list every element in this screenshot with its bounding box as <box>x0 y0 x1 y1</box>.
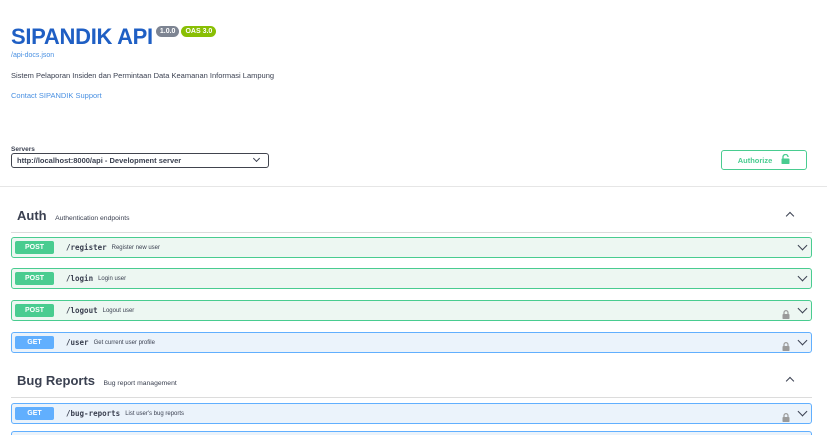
operation-get-bug-reports[interactable]: GET /bug-reports List user's bug reports <box>11 403 812 424</box>
section-header-auth[interactable]: Auth Authentication endpoints <box>17 207 130 225</box>
section-description: Authentication endpoints <box>55 215 130 222</box>
api-title: SIPANDIK API <box>11 24 153 49</box>
operation-post-register[interactable]: POST /register Register new user <box>11 237 812 258</box>
header-divider <box>0 186 827 187</box>
server-select-value: http://localhost:8000/api - Development … <box>17 156 182 165</box>
operation-path: /user <box>66 338 89 347</box>
servers-label: Servers <box>11 146 35 153</box>
operation-path: /bug-reports <box>66 409 121 418</box>
version-badge: 1.0.0 <box>155 26 180 37</box>
operation-get-user[interactable]: GET /user Get current user profile <box>11 332 812 353</box>
method-badge: POST <box>15 272 54 285</box>
chevron-down-icon <box>252 154 261 163</box>
oas-badge: OAS 3.0 <box>181 26 217 37</box>
operation-summary: Register new user <box>111 244 160 251</box>
api-info: SIPANDIK API 1.0.0 OAS 3.0 /api-docs.jso… <box>11 24 274 100</box>
chevron-up-icon[interactable] <box>785 211 795 221</box>
section-description: Bug report management <box>103 380 177 387</box>
authorize-button[interactable]: Authorize <box>721 150 807 170</box>
authorize-label: Authorize <box>737 155 773 165</box>
operation-summary: Get current user profile <box>93 339 155 346</box>
chevron-down-icon[interactable] <box>797 303 808 314</box>
operation-next-partial[interactable] <box>11 431 812 435</box>
operation-summary: Login user <box>98 275 127 282</box>
api-description: Sistem Pelaporan Insiden dan Permintaan … <box>11 71 275 80</box>
section-title: Bug Reports <box>17 373 95 388</box>
lock-icon[interactable] <box>782 409 790 427</box>
operation-post-logout[interactable]: POST /logout Logout user <box>11 300 812 321</box>
method-badge: GET <box>15 407 54 420</box>
lock-icon[interactable] <box>782 338 790 356</box>
chevron-down-icon[interactable] <box>797 406 808 417</box>
section-title: Auth <box>17 208 47 223</box>
operation-summary: Logout user <box>102 307 135 314</box>
chevron-down-icon[interactable] <box>797 335 808 346</box>
operation-path: /logout <box>66 306 98 315</box>
unlock-icon <box>781 153 790 166</box>
server-select[interactable]: http://localhost:8000/api - Development … <box>11 153 269 168</box>
method-badge: POST <box>15 241 54 254</box>
operation-path: /register <box>66 243 107 252</box>
spec-url-link[interactable]: /api-docs.json <box>11 52 274 59</box>
method-badge: GET <box>15 336 54 349</box>
operation-summary: List user's bug reports <box>125 410 185 417</box>
chevron-down-icon[interactable] <box>797 271 808 282</box>
operation-path: /login <box>66 274 94 283</box>
section-divider <box>11 232 812 233</box>
section-divider <box>11 397 812 398</box>
chevron-down-icon[interactable] <box>797 240 808 251</box>
method-badge: POST <box>15 304 54 317</box>
operation-post-login[interactable]: POST /login Login user <box>11 268 812 289</box>
section-header-bug-reports[interactable]: Bug Reports Bug report management <box>17 372 177 390</box>
chevron-up-icon[interactable] <box>785 376 795 386</box>
lock-icon[interactable] <box>782 306 790 324</box>
contact-link[interactable]: Contact SIPANDIK Support <box>11 91 274 100</box>
